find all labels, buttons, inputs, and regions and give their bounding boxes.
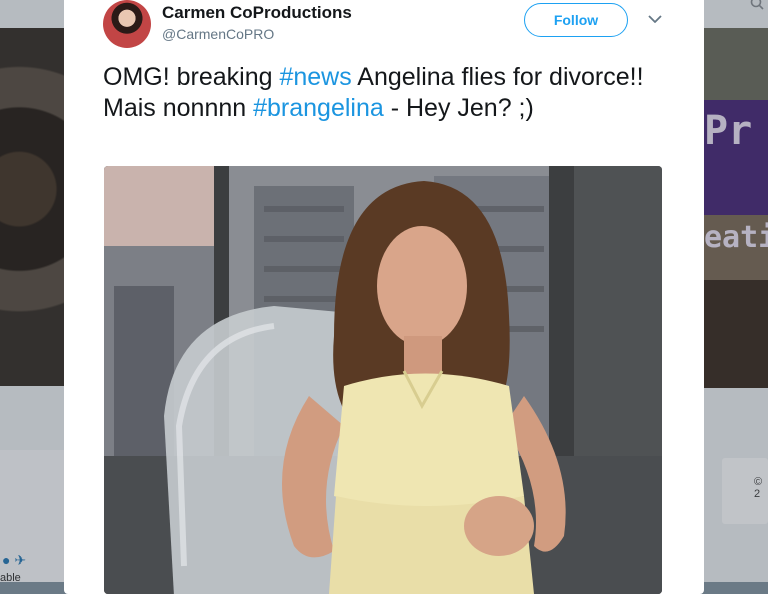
follow-button[interactable]: Follow xyxy=(524,3,628,37)
tweet-card: Carmen CoProductions @CarmenCoPRO Follow… xyxy=(64,0,704,594)
tweet-text-segment: OMG! breaking xyxy=(103,63,280,91)
media-scene xyxy=(104,166,662,594)
display-name[interactable]: Carmen CoProductions xyxy=(162,3,352,23)
chevron-down-icon[interactable] xyxy=(646,10,664,28)
user-handle[interactable]: @CarmenCoPRO xyxy=(162,26,274,42)
tweet-text-segment: - Hey Jen? ;) xyxy=(383,94,534,122)
avatar[interactable] xyxy=(103,0,151,48)
tweet-text: OMG! breaking #news Angelina flies for d… xyxy=(103,62,673,124)
tweet-media-gif[interactable] xyxy=(104,166,662,594)
hashtag-news[interactable]: #news xyxy=(279,63,351,91)
hashtag-brangelina[interactable]: #brangelina xyxy=(253,94,384,122)
